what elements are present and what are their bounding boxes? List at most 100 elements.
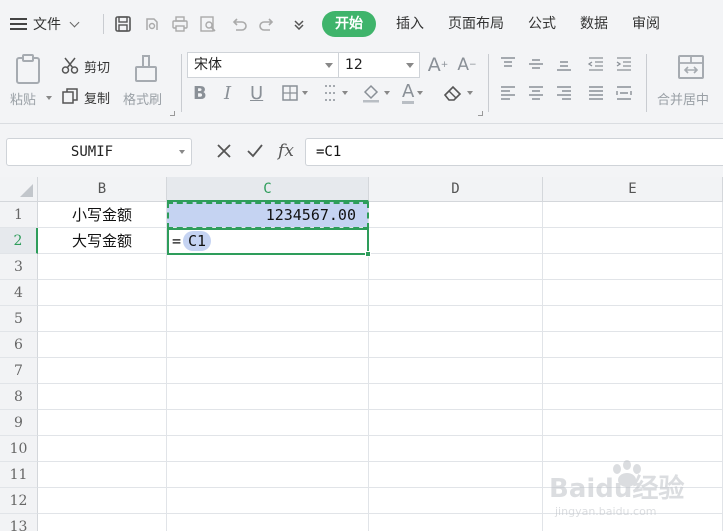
row-header-3[interactable]: 3 xyxy=(0,254,38,280)
cell-c7[interactable] xyxy=(167,358,369,384)
print-icon[interactable] xyxy=(169,13,191,35)
insert-function-button[interactable]: fx xyxy=(274,140,298,162)
select-all-corner[interactable] xyxy=(0,177,38,202)
decrease-font-size-icon[interactable]: A − xyxy=(455,53,479,77)
column-header-d[interactable]: D xyxy=(369,177,543,202)
cell-c3[interactable] xyxy=(167,254,369,280)
column-header-c[interactable]: C xyxy=(167,177,369,202)
undo-icon[interactable] xyxy=(228,13,250,35)
cell-b13[interactable] xyxy=(38,514,167,531)
row-header-1[interactable]: 1 xyxy=(0,202,38,228)
formula-input[interactable]: =C1 xyxy=(305,138,723,166)
increase-font-size-icon[interactable]: A + xyxy=(426,53,450,77)
italic-icon[interactable]: I xyxy=(224,82,231,104)
cell-c4[interactable] xyxy=(167,280,369,306)
font-size-select[interactable]: 12 xyxy=(338,52,420,78)
align-bottom-icon[interactable] xyxy=(553,55,575,73)
font-color-icon[interactable]: A xyxy=(402,82,424,104)
cell-c13[interactable] xyxy=(167,514,369,531)
tab-home[interactable]: 开始 xyxy=(322,11,376,37)
cell-b6[interactable] xyxy=(38,332,167,358)
scissors-icon[interactable] xyxy=(59,55,81,77)
row-header-7[interactable]: 7 xyxy=(0,358,38,384)
cut-button[interactable]: 剪切 xyxy=(84,57,110,76)
cell-c2-editor[interactable]: = C1 xyxy=(167,228,369,255)
align-middle-icon[interactable] xyxy=(525,55,547,73)
row-header-2[interactable]: 2 xyxy=(0,228,38,254)
cell-e1[interactable] xyxy=(543,202,723,228)
format-painter-button[interactable]: 格式刷 xyxy=(123,89,162,108)
row-header-8[interactable]: 8 xyxy=(0,384,38,410)
cell-b8[interactable] xyxy=(38,384,167,410)
cell-b9[interactable] xyxy=(38,410,167,436)
justify-icon[interactable] xyxy=(585,84,607,102)
cell-d1[interactable] xyxy=(369,202,543,228)
cell-e4[interactable] xyxy=(543,280,723,306)
tab-page-layout[interactable]: 页面布局 xyxy=(436,11,516,37)
cell-b5[interactable] xyxy=(38,306,167,332)
cell-c9[interactable] xyxy=(167,410,369,436)
eraser-icon[interactable] xyxy=(442,82,473,104)
column-header-e[interactable]: E xyxy=(543,177,723,202)
tab-data[interactable]: 数据 xyxy=(568,11,620,37)
clipboard-group-launcher-icon[interactable] xyxy=(170,111,175,116)
align-top-icon[interactable] xyxy=(497,55,519,73)
cell-c1[interactable]: 1234567.00 xyxy=(167,202,369,228)
cell-b10[interactable] xyxy=(38,436,167,462)
align-center-icon[interactable] xyxy=(525,84,547,102)
font-name-select[interactable]: 宋体 xyxy=(187,52,339,78)
cell-c12[interactable] xyxy=(167,488,369,514)
format-painter-icon[interactable] xyxy=(130,52,162,84)
copy-icon[interactable] xyxy=(59,85,81,107)
name-box[interactable]: SUMIF xyxy=(6,138,192,166)
cell-e3[interactable] xyxy=(543,254,723,280)
cell-b2[interactable]: 大写金额 xyxy=(38,228,167,254)
print-preview-icon[interactable] xyxy=(197,13,219,35)
cell-d4[interactable] xyxy=(369,280,543,306)
paste-dropdown-icon[interactable] xyxy=(46,96,52,100)
paste-button[interactable] xyxy=(11,52,45,86)
fill-handle[interactable] xyxy=(365,251,371,257)
tab-review[interactable]: 审阅 xyxy=(620,11,672,37)
save-icon[interactable] xyxy=(112,13,134,35)
merge-center-button[interactable]: 合并居中 xyxy=(657,89,709,108)
fill-color-icon[interactable] xyxy=(361,82,390,104)
cell-d3[interactable] xyxy=(369,254,543,280)
cell-d13[interactable] xyxy=(369,514,543,531)
cell-b7[interactable] xyxy=(38,358,167,384)
bold-icon[interactable]: B xyxy=(193,82,207,104)
cell-c8[interactable] xyxy=(167,384,369,410)
redo-icon[interactable] xyxy=(256,13,278,35)
cell-d11[interactable] xyxy=(369,462,543,488)
increase-indent-icon[interactable] xyxy=(613,55,635,73)
cell-d8[interactable] xyxy=(369,384,543,410)
cell-d6[interactable] xyxy=(369,332,543,358)
cell-e8[interactable] xyxy=(543,384,723,410)
cell-c6[interactable] xyxy=(167,332,369,358)
cell-c11[interactable] xyxy=(167,462,369,488)
cell-e5[interactable] xyxy=(543,306,723,332)
align-left-icon[interactable] xyxy=(497,84,519,102)
cell-d12[interactable] xyxy=(369,488,543,514)
customize-quick-access-icon[interactable] xyxy=(288,13,310,35)
borders-icon[interactable] xyxy=(281,82,308,104)
cell-b11[interactable] xyxy=(38,462,167,488)
confirm-icon[interactable] xyxy=(244,140,266,162)
align-right-icon[interactable] xyxy=(553,84,575,102)
more-borders-icon[interactable] xyxy=(323,82,348,104)
font-group-launcher-icon[interactable] xyxy=(478,111,483,116)
cell-e7[interactable] xyxy=(543,358,723,384)
tab-formulas[interactable]: 公式 xyxy=(516,11,568,37)
merge-center-icon[interactable] xyxy=(674,52,708,82)
cell-d9[interactable] xyxy=(369,410,543,436)
cell-b3[interactable] xyxy=(38,254,167,280)
column-header-b[interactable]: B xyxy=(38,177,167,202)
cell-d10[interactable] xyxy=(369,436,543,462)
cell-d7[interactable] xyxy=(369,358,543,384)
export-icon[interactable] xyxy=(141,13,163,35)
row-header-9[interactable]: 9 xyxy=(0,410,38,436)
underline-icon[interactable]: U xyxy=(250,82,263,104)
cell-reference[interactable]: C1 xyxy=(183,231,212,251)
cell-b1[interactable]: 小写金额 xyxy=(38,202,167,228)
file-menu[interactable]: 文件 xyxy=(10,13,80,35)
